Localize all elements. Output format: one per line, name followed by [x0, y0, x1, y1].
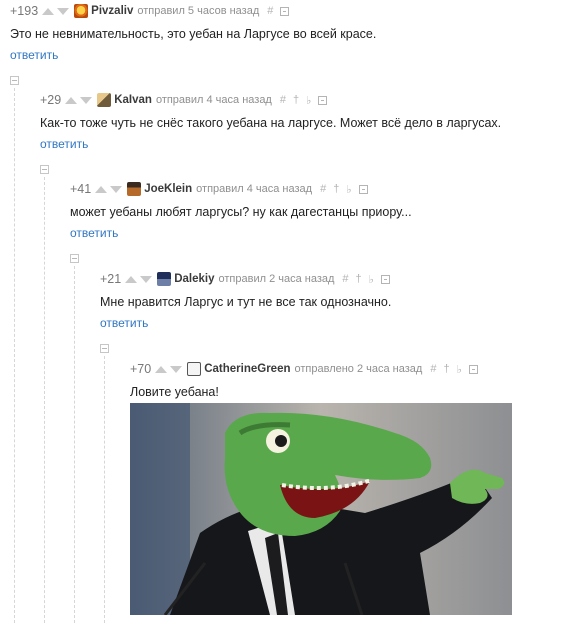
branch-icon[interactable]: ♭	[306, 94, 311, 107]
reply-link[interactable]: ответить	[100, 316, 391, 330]
permalink-icon[interactable]: #	[267, 5, 273, 17]
comment-header: +193 Pivzaliv отправил 5 часов назад #	[10, 3, 376, 19]
comment-text: Мне нравится Ларгус и тут не все так одн…	[100, 295, 392, 309]
comment-author[interactable]: Pivzaliv	[91, 5, 133, 17]
comment-rating: +29	[40, 93, 62, 107]
reply-link[interactable]: ответить	[40, 137, 501, 151]
upvote-icon[interactable]	[155, 365, 168, 373]
collapse-toggle-4[interactable]	[100, 344, 109, 353]
comment-rating: +21	[100, 272, 122, 286]
comment-rating: +70	[130, 362, 152, 376]
comment-header: +41 JoeKlein отправил 4 часа назад # † ♭	[70, 181, 412, 197]
comment: +193 Pivzaliv отправил 5 часов назад # Э…	[10, 3, 376, 62]
comment-timestamp: отправлено 2 часа назад	[294, 363, 423, 375]
comment-text: Как-то тоже чуть не снёс такого уебана н…	[40, 116, 502, 130]
comment: +21 Dalekiy отправил 2 часа назад # † ♭ …	[100, 271, 391, 330]
collapse-toggle-3[interactable]	[70, 254, 79, 263]
avatar[interactable]	[127, 182, 142, 196]
avatar[interactable]	[187, 362, 202, 376]
downvote-icon[interactable]	[140, 275, 153, 283]
comment-text: Это не невнимательность, это уебан на Ла…	[10, 27, 377, 41]
comment-image[interactable]	[130, 403, 512, 615]
upvote-icon[interactable]	[42, 7, 55, 15]
reply-link[interactable]: ответить	[70, 226, 412, 240]
collapse-toggle-2[interactable]	[40, 165, 49, 174]
save-icon[interactable]	[318, 95, 328, 105]
thread-line-3	[74, 266, 75, 623]
upvote-icon[interactable]	[125, 275, 138, 283]
branch-icon[interactable]: ♭	[346, 183, 351, 196]
permalink-icon[interactable]: #	[342, 273, 348, 285]
comment-text: Ловите уебана!	[130, 385, 219, 399]
comment: +70 CatherineGreen отправлено 2 часа наз…	[130, 361, 478, 399]
thread-line-1	[14, 88, 15, 623]
comment-header: +21 Dalekiy отправил 2 часа назад # † ♭	[100, 271, 391, 287]
dagger-icon[interactable]: †	[293, 94, 299, 106]
comment-author[interactable]: Dalekiy	[174, 273, 214, 285]
comment: +29 KaIvan отправил 4 часа назад # † ♭ К…	[40, 92, 501, 151]
save-icon[interactable]	[468, 364, 478, 374]
comment-timestamp: отправил 2 часа назад	[218, 273, 335, 285]
comment-author[interactable]: KaIvan	[114, 94, 152, 106]
branch-icon[interactable]: ♭	[369, 273, 374, 286]
avatar[interactable]	[74, 4, 89, 18]
downvote-icon[interactable]	[80, 96, 93, 104]
save-icon[interactable]	[280, 6, 290, 16]
comment-author[interactable]: JoeKlein	[144, 183, 192, 195]
dagger-icon[interactable]: †	[443, 363, 449, 375]
comment-header: +29 KaIvan отправил 4 часа назад # † ♭	[40, 92, 501, 108]
comment-author[interactable]: CatherineGreen	[204, 363, 290, 375]
collapse-toggle-1[interactable]	[10, 76, 19, 85]
comment-header: +70 CatherineGreen отправлено 2 часа наз…	[130, 361, 478, 377]
save-icon[interactable]	[358, 184, 368, 194]
permalink-icon[interactable]: #	[280, 94, 286, 106]
save-icon[interactable]	[380, 274, 390, 284]
comment-timestamp: отправил 5 часов назад	[137, 5, 260, 17]
permalink-icon[interactable]: #	[430, 363, 436, 375]
permalink-icon[interactable]: #	[320, 183, 326, 195]
avatar[interactable]	[97, 93, 112, 107]
upvote-icon[interactable]	[95, 185, 108, 193]
comment-timestamp: отправил 4 часа назад	[155, 94, 272, 106]
downvote-icon[interactable]	[57, 7, 70, 15]
comment-rating: +193	[10, 4, 39, 18]
comment-text: может уебаны любят ларгусы? ну как дагес…	[70, 205, 412, 219]
branch-icon[interactable]: ♭	[457, 363, 462, 376]
comment-rating: +41	[70, 182, 92, 196]
downvote-icon[interactable]	[110, 185, 123, 193]
dagger-icon[interactable]: †	[333, 183, 339, 195]
comment-timestamp: отправил 4 часа назад	[196, 183, 313, 195]
reply-link[interactable]: ответить	[10, 48, 376, 62]
avatar[interactable]	[157, 272, 172, 286]
dagger-icon[interactable]: †	[356, 273, 362, 285]
comment: +41 JoeKlein отправил 4 часа назад # † ♭…	[70, 181, 412, 240]
thread-line-2	[44, 177, 45, 623]
crocodile-in-suit-image	[130, 403, 512, 615]
upvote-icon[interactable]	[65, 96, 78, 104]
thread-line-4	[104, 356, 105, 623]
downvote-icon[interactable]	[170, 365, 183, 373]
